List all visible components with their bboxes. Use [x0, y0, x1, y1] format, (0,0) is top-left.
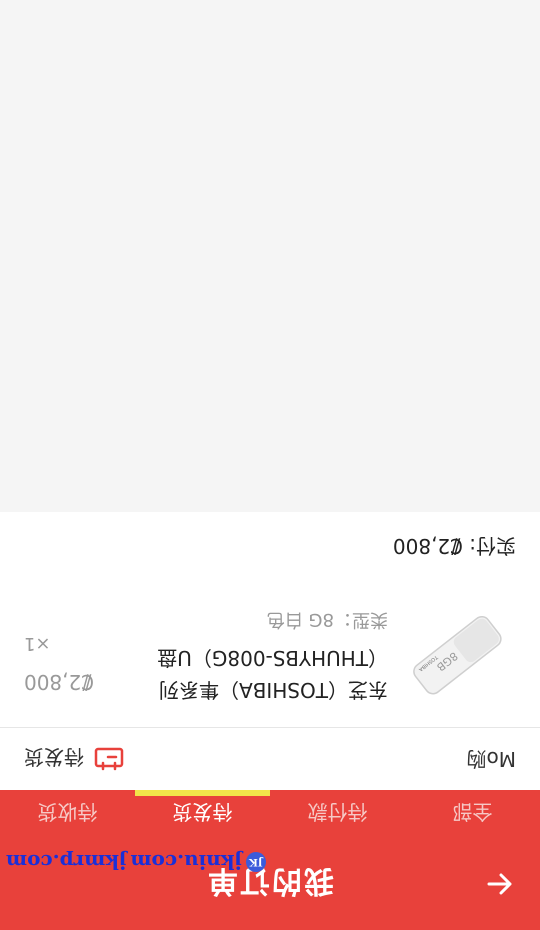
paid-amount-inline: ₡2,800: [392, 534, 463, 558]
screen: 我的订单 JK jkniu.com jkmrp.com 全部 待付款 待发货 待…: [0, 0, 540, 930]
order-card-footer: 实付: ₡2,800 ₡2,800: [0, 512, 540, 580]
paid-label-text: 实付:: [469, 534, 516, 558]
product-spec: 类型：8G 白色: [266, 609, 388, 630]
shop-name: Mo购: [466, 747, 517, 771]
order-card-header: Mo购 待发货: [0, 727, 540, 790]
product-image: 8GB TOSHIBA: [400, 598, 516, 714]
watermark-site-1: jkniu.com: [130, 850, 242, 874]
tab-pending-shipment[interactable]: 待发货: [135, 790, 270, 838]
order-tabs: 全部 待付款 待发货 待收货: [0, 790, 540, 838]
paid-label: 实付: ₡2,800: [393, 512, 516, 580]
watermark: JK jkniu.com jkmrp.com: [6, 850, 266, 874]
order-status-label: 待发货: [24, 745, 84, 770]
watermark-logo: JK: [245, 852, 266, 872]
watermark-site-2: jkmrp.com: [6, 850, 127, 874]
product-price: ₡2,800: [24, 670, 94, 694]
tab-all[interactable]: 全部: [405, 790, 540, 838]
pending-ship-icon: [94, 747, 124, 771]
order-item[interactable]: 8GB TOSHIBA 东芝（TOSHIBA）隼系列（THUHYBS-008G）…: [0, 580, 540, 728]
tab-pending-payment[interactable]: 待付款: [270, 790, 405, 838]
tab-pending-receipt[interactable]: 待收货: [0, 790, 135, 838]
order-status: 待发货: [24, 728, 124, 790]
product-quantity: ×1: [24, 633, 51, 654]
app-header: 我的订单 JK jkniu.com jkmrp.com: [0, 838, 540, 930]
product-title: 东芝（TOSHIBA）隼系列（THUHYBS-008G）U盘: [157, 646, 388, 702]
order-card[interactable]: Mo购 待发货 8GB TOSHIBA 东芝（TOSHIBA）隼系列（THUHY…: [0, 512, 540, 790]
